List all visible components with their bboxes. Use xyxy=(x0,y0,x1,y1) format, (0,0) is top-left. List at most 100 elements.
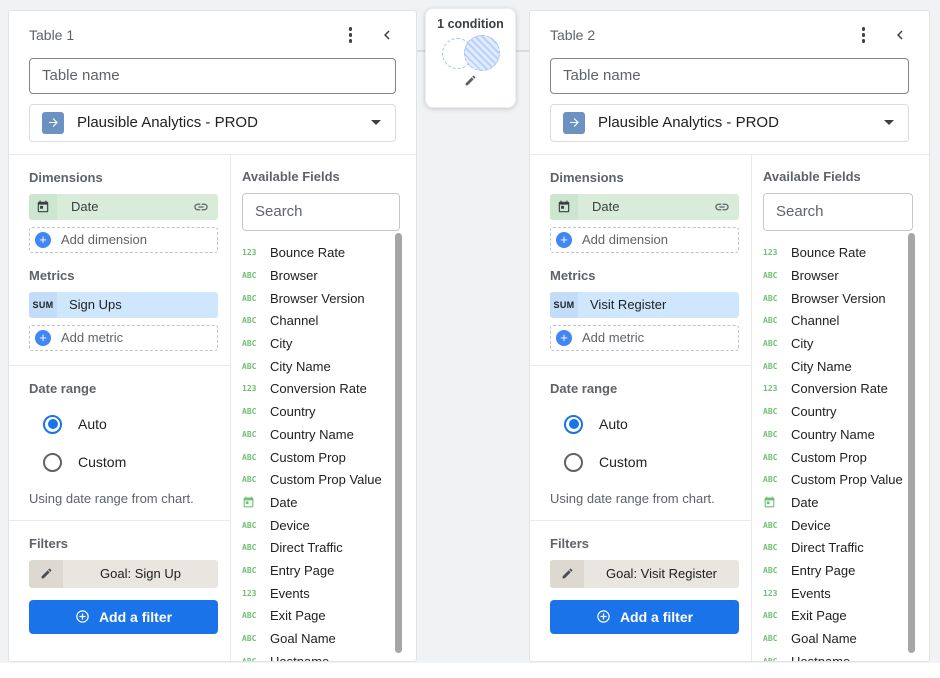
field-row[interactable]: ABC Custom Prop Value xyxy=(242,468,400,491)
plus-icon: + xyxy=(35,232,51,248)
dimension-chip-date[interactable]: Date xyxy=(550,194,739,220)
field-row[interactable]: ABC Custom Prop Value xyxy=(763,468,913,491)
link-icon xyxy=(193,199,218,215)
venn-right-circle xyxy=(464,35,500,71)
radio-custom[interactable]: Custom xyxy=(43,453,218,472)
field-row[interactable]: ABC City xyxy=(242,332,400,355)
data-source-icon xyxy=(42,112,64,134)
number-type-icon: 123 xyxy=(763,248,787,257)
available-fields-label: Available Fields xyxy=(763,169,913,184)
calendar-icon xyxy=(242,496,266,509)
sum-icon: SUM xyxy=(550,292,578,318)
table-name-input[interactable] xyxy=(550,58,909,94)
radio-auto-label: Auto xyxy=(599,416,628,432)
field-row[interactable]: 123 Conversion Rate xyxy=(242,378,400,401)
add-dimension-button[interactable]: + Add dimension xyxy=(29,227,218,253)
field-row[interactable]: ABC Country xyxy=(763,400,913,423)
field-row[interactable]: ABC Browser Version xyxy=(763,287,913,310)
metrics-label: Metrics xyxy=(29,268,218,283)
radio-auto[interactable]: Auto xyxy=(43,415,218,434)
available-fields-column: Available Fields 123 Bounce Rate ABC Bro… xyxy=(231,155,416,663)
more-options-icon[interactable] xyxy=(860,25,868,45)
field-row[interactable]: ABC Channel xyxy=(242,310,400,333)
metric-chip-label: Visit Register xyxy=(578,297,666,312)
divider xyxy=(9,520,230,521)
text-type-icon: ABC xyxy=(763,611,787,620)
collapse-panel-icon[interactable] xyxy=(378,26,396,44)
collapse-panel-icon[interactable] xyxy=(891,26,909,44)
field-row[interactable]: ABC Browser xyxy=(242,264,400,287)
data-source-selector[interactable]: Plausible Analytics - PROD xyxy=(29,104,396,142)
field-row[interactable]: ABC City Name xyxy=(242,355,400,378)
metrics-label: Metrics xyxy=(550,268,739,283)
text-type-icon: ABC xyxy=(242,475,266,484)
add-filter-button[interactable]: Add a filter xyxy=(29,600,218,634)
field-row[interactable]: ABC Goal Name xyxy=(763,627,913,650)
circled-plus-icon xyxy=(75,609,90,624)
add-metric-button[interactable]: + Add metric xyxy=(550,325,739,351)
field-row[interactable]: ABC Channel xyxy=(763,310,913,333)
dimension-chip-label: Date xyxy=(578,199,714,214)
field-row[interactable]: ABC City Name xyxy=(763,355,913,378)
add-dimension-button[interactable]: + Add dimension xyxy=(550,227,739,253)
field-row[interactable]: ABC Country Name xyxy=(763,423,913,446)
field-row[interactable]: ABC Country Name xyxy=(242,423,400,446)
dimension-chip-date[interactable]: Date xyxy=(29,194,218,220)
filter-chip[interactable]: Goal: Sign Up xyxy=(29,560,218,588)
field-row[interactable]: Date xyxy=(763,491,913,514)
number-type-icon: 123 xyxy=(242,384,266,393)
field-row[interactable]: 123 Conversion Rate xyxy=(763,378,913,401)
field-row[interactable]: ABC Browser xyxy=(763,264,913,287)
radio-auto[interactable]: Auto xyxy=(564,415,739,434)
field-row[interactable]: ABC Entry Page xyxy=(763,559,913,582)
add-metric-label: Add metric xyxy=(582,330,644,345)
radio-auto-label: Auto xyxy=(78,416,107,432)
field-row[interactable]: ABC Browser Version xyxy=(242,287,400,310)
field-row[interactable]: ABC Goal Name xyxy=(242,627,400,650)
field-row[interactable]: ABC Entry Page xyxy=(242,559,400,582)
field-search-input[interactable] xyxy=(763,193,913,231)
table-name-input[interactable] xyxy=(29,58,396,94)
add-metric-label: Add metric xyxy=(61,330,123,345)
field-row[interactable]: 123 Events xyxy=(763,582,913,605)
metric-chip[interactable]: SUM Visit Register xyxy=(550,292,739,318)
field-row[interactable]: 123 Bounce Rate xyxy=(763,242,913,265)
text-type-icon: ABC xyxy=(242,453,266,462)
text-type-icon: ABC xyxy=(242,521,266,530)
dropdown-caret-icon xyxy=(371,120,381,125)
available-fields-list: 123 Bounce Rate ABC Browser ABC Browser … xyxy=(763,242,913,663)
field-row[interactable]: ABC Device xyxy=(763,514,913,537)
filters-label: Filters xyxy=(29,536,218,551)
field-row[interactable]: ABC Custom Prop xyxy=(763,446,913,469)
data-source-selector[interactable]: Plausible Analytics - PROD xyxy=(550,104,909,142)
fields-scrollbar[interactable] xyxy=(395,233,402,653)
radio-custom[interactable]: Custom xyxy=(564,453,739,472)
field-row[interactable]: ABC Hostname xyxy=(242,650,400,662)
metric-chip[interactable]: SUM Sign Ups xyxy=(29,292,218,318)
dropdown-caret-icon xyxy=(884,120,894,125)
field-row[interactable]: ABC Exit Page xyxy=(242,605,400,628)
text-type-icon: ABC xyxy=(242,430,266,439)
date-range-label: Date range xyxy=(29,381,218,396)
field-row[interactable]: ABC Direct Traffic xyxy=(763,536,913,559)
field-row[interactable]: ABC Direct Traffic xyxy=(242,536,400,559)
add-filter-button[interactable]: Add a filter xyxy=(550,600,739,634)
text-type-icon: ABC xyxy=(242,611,266,620)
field-row[interactable]: ABC Device xyxy=(242,514,400,537)
field-row[interactable]: ABC City xyxy=(763,332,913,355)
field-row[interactable]: ABC Exit Page xyxy=(763,605,913,628)
field-row[interactable]: ABC Country xyxy=(242,400,400,423)
join-configuration-card[interactable]: 1 condition xyxy=(425,8,516,108)
filter-chip[interactable]: Goal: Visit Register xyxy=(550,560,739,588)
field-row[interactable]: ABC Hostname xyxy=(763,650,913,662)
field-row[interactable]: 123 Bounce Rate xyxy=(242,242,400,265)
fields-scrollbar[interactable] xyxy=(908,233,915,653)
field-row[interactable]: ABC Custom Prop xyxy=(242,446,400,469)
field-search-input[interactable] xyxy=(242,193,400,231)
add-metric-button[interactable]: + Add metric xyxy=(29,325,218,351)
field-row[interactable]: 123 Events xyxy=(242,582,400,605)
edit-icon xyxy=(550,560,584,588)
more-options-icon[interactable] xyxy=(347,25,355,45)
field-row[interactable]: Date xyxy=(242,491,400,514)
number-type-icon: 123 xyxy=(242,248,266,257)
